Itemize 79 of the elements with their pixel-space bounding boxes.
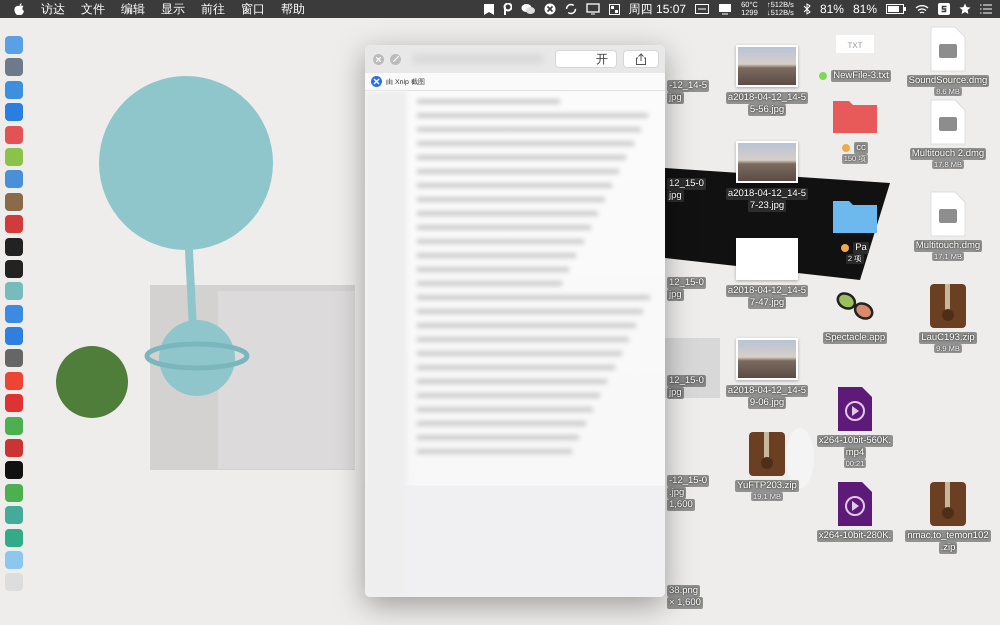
computer-icon[interactable] bbox=[718, 3, 732, 15]
image-thumbnail bbox=[736, 141, 798, 183]
file-name[interactable]: LauC193.zip bbox=[919, 332, 977, 344]
cpu-percent-text[interactable]: 81% bbox=[820, 2, 844, 16]
menu-item[interactable]: 编辑 bbox=[113, 0, 153, 18]
p-icon[interactable] bbox=[502, 3, 512, 15]
file-name-fragment: 12_15-0 bbox=[667, 375, 706, 387]
file-name[interactable]: 5-56.jpg bbox=[748, 104, 786, 116]
xnip-logo-icon bbox=[371, 76, 382, 87]
battery-percent-text[interactable]: 81% bbox=[852, 2, 877, 16]
plant-drawing bbox=[56, 346, 128, 418]
video-file-icon bbox=[837, 386, 873, 432]
file-name[interactable]: a2018-04-12_14-5 bbox=[726, 92, 808, 104]
file-name[interactable]: YuFTP203.zip bbox=[735, 480, 799, 492]
file-name[interactable]: Multitouch 2.dmg bbox=[910, 148, 986, 160]
file-name[interactable]: mp4 bbox=[844, 447, 866, 459]
bookmark-icon[interactable] bbox=[484, 4, 494, 14]
menu-item[interactable]: 访达 bbox=[33, 0, 73, 18]
disk-image-icon bbox=[930, 99, 966, 145]
x-circle-icon[interactable] bbox=[544, 3, 556, 15]
file-name[interactable]: 7-47.jpg bbox=[748, 297, 786, 309]
file-name-fragment: 12_15-0 bbox=[667, 178, 706, 190]
dock-app-icon[interactable] bbox=[5, 260, 23, 278]
file-name[interactable]: Spectacle.app bbox=[822, 332, 888, 344]
file-name[interactable]: 9-06.jpg bbox=[748, 397, 786, 409]
zip-archive-icon bbox=[748, 431, 786, 477]
battery-icon[interactable] bbox=[886, 4, 906, 14]
menu-item[interactable]: 窗口 bbox=[233, 0, 273, 18]
star-icon[interactable] bbox=[959, 3, 971, 15]
s-app-icon[interactable] bbox=[938, 3, 950, 15]
disk-image-icon bbox=[930, 191, 966, 237]
file-name-fragment: 1,600 bbox=[667, 499, 695, 511]
screenshot-thumbnail bbox=[736, 238, 798, 280]
file-name[interactable]: 7-23.jpg bbox=[748, 200, 786, 212]
menu-item[interactable]: 前往 bbox=[193, 0, 233, 18]
file-name[interactable]: Pa bbox=[853, 242, 869, 254]
grid-icon[interactable] bbox=[608, 4, 620, 14]
monitor-icon[interactable] bbox=[586, 3, 600, 15]
image-thumbnail bbox=[736, 45, 798, 87]
file-name-fragment: × 1,600 bbox=[667, 597, 703, 609]
open-with-button[interactable]: 开 bbox=[555, 50, 617, 68]
menu-item[interactable]: 文件 bbox=[73, 0, 113, 18]
text-file-icon: TXT bbox=[836, 35, 874, 53]
x-icon bbox=[376, 56, 381, 62]
file-name[interactable]: a2018-04-12_14-5 bbox=[726, 188, 808, 200]
file-name[interactable]: x264-10bit-560K. bbox=[816, 435, 894, 447]
file-name-fragment: .jpg bbox=[667, 487, 686, 499]
clock-text[interactable]: 周四 15:07 bbox=[628, 0, 686, 18]
wifi-icon[interactable] bbox=[915, 4, 929, 14]
file-name[interactable]: nmac.to_temon102 bbox=[905, 530, 991, 542]
menu-item[interactable]: 显示 bbox=[153, 0, 193, 18]
file-name[interactable]: .zip bbox=[938, 542, 958, 554]
zip-archive-icon bbox=[929, 481, 967, 527]
file-name-fragment: -12_14-5 bbox=[667, 80, 710, 92]
file-name[interactable]: cc bbox=[854, 142, 868, 154]
menu-item[interactable]: 帮助 bbox=[273, 0, 313, 18]
file-name-fragment: -12_15-0 bbox=[667, 475, 710, 487]
zip-archive-icon bbox=[929, 283, 967, 329]
disk-image-icon bbox=[930, 26, 966, 72]
chat-icon[interactable] bbox=[520, 3, 535, 15]
image-thumbnail bbox=[736, 338, 798, 380]
dock-app-icon[interactable] bbox=[5, 238, 23, 256]
share-icon bbox=[636, 53, 646, 65]
file-name-fragment: 12_15-0 bbox=[667, 277, 706, 289]
file-name[interactable]: Multitouch.dmg bbox=[914, 240, 982, 252]
video-file-icon bbox=[837, 481, 873, 527]
file-name[interactable]: NewFile-3.txt bbox=[831, 70, 891, 82]
file-name-fragment: 38.png bbox=[667, 585, 700, 597]
bluetooth-icon[interactable] bbox=[802, 3, 811, 15]
list-icon[interactable] bbox=[980, 4, 992, 14]
apple-logo-icon[interactable] bbox=[14, 2, 25, 16]
file-name[interactable]: SoundSource.dmg bbox=[906, 75, 990, 87]
dock-app-icon[interactable] bbox=[5, 461, 23, 480]
display-icon[interactable] bbox=[695, 4, 710, 14]
file-name[interactable]: a2018-04-12_14-5 bbox=[726, 385, 808, 397]
share-button[interactable] bbox=[623, 50, 659, 68]
file-name[interactable]: x264-10bit-280K. bbox=[816, 530, 894, 542]
file-name[interactable]: a2018-04-12_14-5 bbox=[726, 285, 808, 297]
sync-icon[interactable] bbox=[564, 3, 577, 15]
